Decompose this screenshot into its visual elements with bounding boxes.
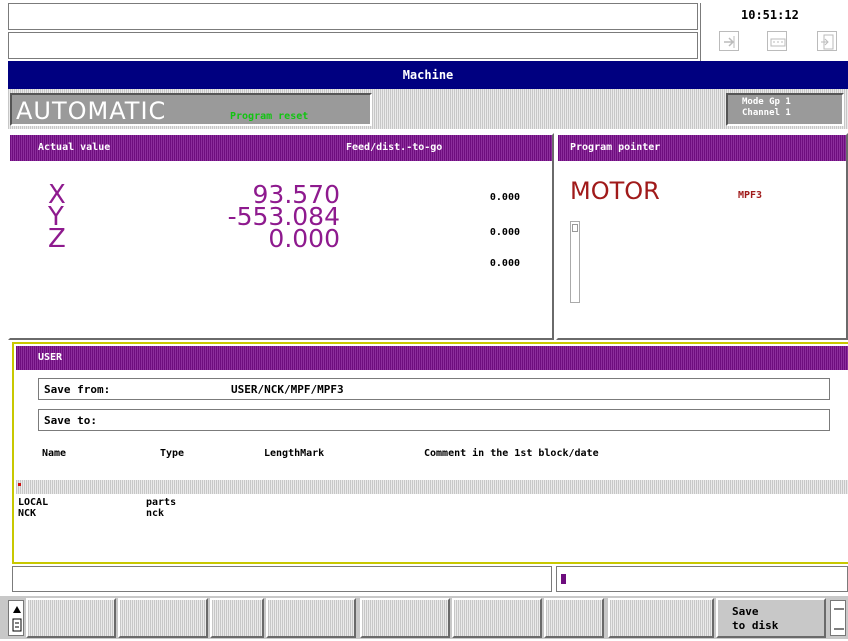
column-name: Name — [42, 448, 67, 459]
softkey-5[interactable] — [360, 598, 450, 638]
column-lengthmark: LengthMark — [264, 448, 325, 459]
save-from-field[interactable]: Save from: USER/NCK/MPF/MPF3 — [38, 378, 830, 400]
user-panel: USER Save from: USER/NCK/MPF/MPF3 Save t… — [12, 342, 848, 564]
program-status: Program reset — [230, 111, 309, 122]
save-to-disk-softkey[interactable]: Save to disk — [716, 598, 826, 638]
program-pointer-title: Program pointer — [570, 142, 661, 153]
scrollbar-thumb[interactable] — [572, 224, 578, 232]
list-selection-bar[interactable] — [16, 480, 848, 494]
softkey-6[interactable] — [452, 598, 542, 638]
command-input[interactable] — [556, 566, 848, 592]
axis-name-z: Z — [48, 224, 66, 254]
program-pointer-panel: Program pointer MOTOR MPF3 — [556, 133, 848, 340]
user-title: USER — [38, 352, 63, 363]
mode-group-line1: Mode Gp 1 — [742, 97, 791, 107]
status-area: 10:51:12 — [700, 3, 848, 61]
user-header: USER — [16, 346, 848, 370]
mode-bar: AUTOMATIC Program reset Mode Gp 1 Channe… — [8, 89, 848, 129]
mode-display: AUTOMATIC Program reset — [10, 93, 372, 126]
feed-value-y: 0.000 — [489, 227, 520, 238]
program-file: MPF3 — [738, 190, 763, 201]
mode-group: Mode Gp 1 Channel 1 — [726, 93, 844, 126]
bottom-message-field — [12, 566, 552, 592]
actual-value-title: Actual value — [38, 142, 111, 153]
row-local-name[interactable]: LOCAL — [18, 497, 48, 508]
actual-value-header: Actual value Feed/dist.-to-go — [10, 135, 552, 161]
message-line-2 — [8, 32, 698, 59]
softkey-bar: Save to disk — [0, 596, 848, 639]
save-to-disk-line1: Save — [732, 605, 759, 618]
program-pointer-header: Program pointer — [558, 135, 846, 161]
row-nck-type: nck — [146, 508, 165, 519]
enter-arrow-icon[interactable] — [719, 31, 739, 51]
save-to-field[interactable]: Save to: — [38, 409, 830, 431]
feed-value-z: 0.000 — [489, 258, 520, 269]
softkey-7[interactable] — [544, 598, 604, 638]
row-local-type: parts — [146, 497, 177, 508]
clock: 10:51:12 — [741, 8, 799, 22]
exit-door-icon[interactable] — [817, 31, 837, 51]
mode-name: AUTOMATIC — [16, 97, 167, 125]
column-type: Type — [160, 448, 185, 459]
title-bar: Machine — [8, 61, 848, 89]
softkey-1[interactable] — [26, 598, 116, 638]
softkey-4[interactable] — [266, 598, 356, 638]
softkey-2[interactable] — [118, 598, 208, 638]
column-comment: Comment in the 1st block/date — [424, 448, 599, 459]
mode-group-line2: Channel 1 — [742, 108, 791, 118]
save-from-value: USER/NCK/MPF/MPF3 — [231, 383, 344, 396]
selection-marker — [18, 483, 21, 486]
axis-value-z: 0.000 — [268, 224, 340, 253]
program-name: MOTOR — [570, 177, 660, 205]
feed-value-x: 0.000 — [489, 192, 520, 203]
cursor — [561, 574, 566, 584]
message-line-1 — [8, 3, 698, 30]
program-scrollbar[interactable] — [570, 221, 580, 303]
save-to-disk-line2: to disk — [732, 619, 779, 632]
actual-value-panel: Actual value Feed/dist.-to-go X Y Z 93.5… — [8, 133, 554, 340]
recall-key[interactable] — [8, 600, 24, 636]
save-to-label: Save to: — [44, 414, 97, 427]
row-nck-name[interactable]: NCK — [18, 508, 36, 519]
extend-key[interactable] — [830, 600, 846, 636]
save-from-label: Save from: — [44, 383, 111, 396]
feed-title: Feed/dist.-to-go — [346, 142, 443, 153]
window-title: Machine — [402, 68, 454, 82]
softkey-8[interactable] — [608, 598, 714, 638]
softkey-3[interactable] — [210, 598, 264, 638]
keyboard-icon[interactable] — [767, 31, 787, 51]
